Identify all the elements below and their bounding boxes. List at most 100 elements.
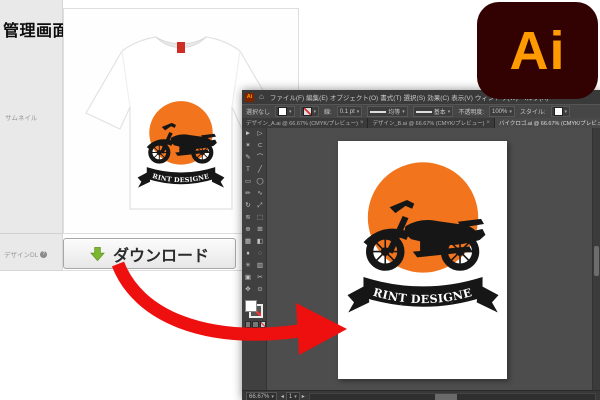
illustrator-window: Ai ⌂ ファイル(F)編集(E)オブジェクト(O)書式(T)選択(S)効果(C… bbox=[242, 90, 600, 400]
tab-close-icon[interactable]: × bbox=[486, 120, 490, 126]
canvas-area: ►▷✶⊂✎⌒T╱▭◯✏∿↻⤢≋⬚⊕⊞▦◧♦◌✳▥▣✂✥⊙ bbox=[242, 128, 600, 390]
stroke-profile-icon bbox=[370, 111, 386, 113]
slice-tool[interactable]: ✂ bbox=[254, 272, 266, 284]
width-tool[interactable]: ≋ bbox=[242, 212, 254, 224]
line-tool[interactable]: ╱ bbox=[254, 164, 266, 176]
artboard-tool[interactable]: ▣ bbox=[242, 272, 254, 284]
magic-wand-tool[interactable]: ✶ bbox=[242, 140, 254, 152]
vertical-scrollbar[interactable] bbox=[592, 128, 600, 390]
variable-width-select[interactable]: 均等 ▾ bbox=[367, 106, 408, 117]
paintbrush-tool[interactable]: ✏ bbox=[242, 188, 254, 200]
tab-close-icon[interactable]: × bbox=[360, 120, 364, 126]
mesh-tool[interactable]: ▦ bbox=[242, 236, 254, 248]
menu-item[interactable]: 編集(E) bbox=[305, 95, 329, 102]
direct-selection-tool[interactable]: ▷ bbox=[254, 128, 266, 140]
fill-swatch bbox=[278, 107, 287, 116]
next-artboard-button[interactable]: ▸ bbox=[302, 393, 305, 400]
admin-sidebar: 管理画面 サムネイル デザインDL ? bbox=[0, 0, 63, 271]
curvature-tool[interactable]: ⌒ bbox=[254, 152, 266, 164]
artboard[interactable] bbox=[338, 141, 507, 379]
brush-definition-value: 基本 bbox=[434, 107, 446, 116]
stroke-width-select[interactable]: 0.1 pt ▾ bbox=[337, 106, 363, 117]
fill-indicator[interactable] bbox=[245, 300, 257, 312]
graph-tool[interactable]: ▥ bbox=[254, 260, 266, 272]
document-tab[interactable]: バイクロゴ.ai @ 66.67% (CMYK/プレビュー)× bbox=[495, 118, 600, 128]
menu-item[interactable]: 効果(C) bbox=[426, 95, 450, 102]
hand-tool[interactable]: ✥ bbox=[242, 284, 254, 296]
help-icon[interactable]: ? bbox=[40, 251, 47, 258]
download-arrow-icon bbox=[90, 246, 105, 262]
design-dl-text: デザインDL bbox=[4, 249, 38, 259]
fill-stroke-widget[interactable] bbox=[245, 300, 263, 318]
horizontal-scrollbar[interactable] bbox=[309, 393, 596, 400]
style-swatch bbox=[554, 107, 563, 116]
page-title: 管理画面 bbox=[3, 17, 69, 41]
document-tabs: デザイン_A.ai @ 66.67% (CMYK/プレビュー)×デザイン_B.a… bbox=[242, 118, 600, 128]
gradient-tool[interactable]: ◧ bbox=[254, 236, 266, 248]
document-tab-label: デザイン_B.ai @ 66.67% (CMYK/プレビュー) bbox=[372, 119, 484, 127]
status-bar: 66.67% ▾ ◂ 1 ▾ ▸ bbox=[242, 390, 600, 400]
perspective-grid-tool[interactable]: ⊞ bbox=[254, 224, 266, 236]
menu-item[interactable]: 選択(S) bbox=[403, 95, 427, 102]
stroke-swatch bbox=[303, 107, 312, 116]
zoom-tool[interactable]: ⊙ bbox=[254, 284, 266, 296]
adobe-illustrator-badge: Ai bbox=[477, 2, 598, 99]
blend-tool[interactable]: ◌ bbox=[254, 248, 266, 260]
variable-width-value: 均等 bbox=[388, 107, 400, 116]
horizontal-scrollbar-thumb[interactable] bbox=[435, 394, 457, 400]
type-tool[interactable]: T bbox=[242, 164, 254, 176]
selection-tool[interactable]: ► bbox=[242, 128, 254, 140]
download-button[interactable]: ダウンロード bbox=[63, 238, 236, 269]
download-button-label: ダウンロード bbox=[113, 242, 209, 266]
pen-tool[interactable]: ✎ bbox=[242, 152, 254, 164]
style-picker[interactable]: ▾ bbox=[551, 106, 571, 117]
shape-builder-tool[interactable]: ⊕ bbox=[242, 224, 254, 236]
artboard-number: 1 bbox=[289, 394, 292, 400]
thumbnail-label: サムネイル bbox=[5, 112, 37, 122]
tool-panel: ►▷✶⊂✎⌒T╱▭◯✏∿↻⤢≋⬚⊕⊞▦◧♦◌✳▥▣✂✥⊙ bbox=[242, 128, 267, 390]
artboard-artwork bbox=[338, 141, 507, 379]
home-icon[interactable]: ⌂ bbox=[259, 92, 264, 102]
lasso-tool[interactable]: ⊂ bbox=[254, 140, 266, 152]
document-tab[interactable]: デザイン_A.ai @ 66.67% (CMYK/プレビュー)× bbox=[242, 118, 368, 128]
stroke-width-value: 0.1 pt bbox=[340, 109, 355, 115]
menu-item[interactable]: 表示(V) bbox=[450, 95, 474, 102]
ellipse-tool[interactable]: ◯ bbox=[254, 176, 266, 188]
opacity-label: 不透明度: bbox=[458, 107, 484, 116]
row-divider bbox=[62, 270, 242, 271]
artboard-navigation: ◂ 1 ▾ ▸ bbox=[281, 392, 305, 400]
free-transform-tool[interactable]: ⬚ bbox=[254, 212, 266, 224]
sidebar-divider bbox=[0, 233, 62, 234]
screen-mode-button[interactable] bbox=[246, 332, 258, 340]
symbol-sprayer-tool[interactable]: ✳ bbox=[242, 260, 254, 272]
selection-status: 選択なし bbox=[246, 107, 270, 116]
color-mode-button[interactable] bbox=[245, 321, 251, 328]
pencil-tool[interactable]: ∿ bbox=[254, 188, 266, 200]
opacity-value: 100% bbox=[492, 109, 507, 115]
gradient-mode-button[interactable] bbox=[252, 321, 258, 328]
document-tab-label: バイクロゴ.ai @ 66.67% (CMYK/プレビュー) bbox=[499, 119, 600, 127]
artboard-number-select[interactable]: 1 ▾ bbox=[286, 392, 300, 400]
brush-stroke-icon bbox=[416, 111, 432, 113]
zoom-level-select[interactable]: 66.67% ▾ bbox=[246, 392, 277, 400]
scale-tool[interactable]: ⤢ bbox=[254, 200, 266, 212]
eyedropper-tool[interactable]: ♦ bbox=[242, 248, 254, 260]
rotate-tool[interactable]: ↻ bbox=[242, 200, 254, 212]
menu-item[interactable]: ファイル(F) bbox=[269, 95, 305, 102]
ai-app-icon[interactable]: Ai bbox=[245, 93, 254, 102]
document-tab[interactable]: デザイン_B.ai @ 66.67% (CMYK/プレビュー)× bbox=[368, 118, 494, 128]
menu-item[interactable]: 書式(T) bbox=[379, 95, 402, 102]
opacity-select[interactable]: 100% ▾ bbox=[489, 106, 515, 117]
vertical-scrollbar-thumb[interactable] bbox=[594, 246, 599, 276]
brush-definition-select[interactable]: 基本 ▾ bbox=[413, 106, 454, 117]
style-label: スタイル: bbox=[520, 107, 546, 116]
screenshot-stage: PRINT DESIGNER 管理画面 サムネイル デザインDL ? ダウンロー… bbox=[0, 0, 600, 400]
prev-artboard-button[interactable]: ◂ bbox=[281, 393, 284, 400]
design-dl-label: デザインDL ? bbox=[4, 249, 47, 259]
none-mode-button[interactable] bbox=[260, 321, 266, 328]
stroke-color-picker[interactable]: ▾ bbox=[300, 106, 320, 117]
stroke-label: 線: bbox=[324, 107, 332, 116]
rectangle-tool[interactable]: ▭ bbox=[242, 176, 254, 188]
menu-item[interactable]: オブジェクト(O) bbox=[329, 95, 379, 102]
fill-color-picker[interactable]: ▾ bbox=[275, 106, 295, 117]
